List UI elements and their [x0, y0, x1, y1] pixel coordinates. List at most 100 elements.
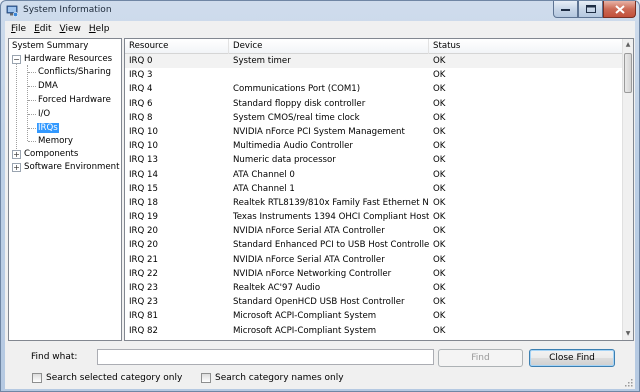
- table-row[interactable]: IRQ 23 Realtek AC'97 Audio OK: [125, 281, 623, 295]
- resource-cell: IRQ 13: [129, 155, 158, 166]
- details-table[interactable]: Resource Device Status IRQ 0 System timer…: [124, 38, 634, 341]
- table-row[interactable]: IRQ 19 Texas Instruments 1394 OHCI Compli…: [125, 210, 623, 224]
- device-cell: NVIDIA nForce Serial ATA Controller: [233, 226, 385, 237]
- table-row[interactable]: IRQ 20 NVIDIA nForce Serial ATA Controlle…: [125, 224, 623, 238]
- tree-item-memory[interactable]: Memory: [38, 135, 73, 148]
- find-what-input[interactable]: [97, 349, 434, 365]
- status-cell: OK: [433, 197, 446, 208]
- status-cell: OK: [433, 183, 446, 194]
- expand-toggle-icon[interactable]: +: [12, 163, 21, 172]
- close-find-button[interactable]: Close Find: [529, 349, 615, 367]
- search-category-names-checkbox[interactable]: Search category names only: [201, 372, 344, 384]
- table-body: IRQ 0 System timer OK IRQ 3 OK IRQ 4 Communica…: [125, 54, 623, 340]
- table-row[interactable]: IRQ 82 Microsoft ACPI-Compliant System OK: [125, 324, 623, 338]
- tree-guide-line: [27, 65, 28, 141]
- tree-item-forced-hardware[interactable]: Forced Hardware: [38, 94, 111, 107]
- status-cell: OK: [433, 254, 446, 265]
- resource-cell: IRQ 20: [129, 240, 158, 251]
- device-cell: Multimedia Audio Controller: [233, 141, 353, 152]
- table-row[interactable]: IRQ 22 NVIDIA nForce Networking Controlle…: [125, 267, 623, 281]
- status-cell: OK: [433, 283, 446, 293]
- table-row[interactable]: IRQ 15 ATA Channel 1 OK: [125, 182, 623, 196]
- tree-item-irqs[interactable]: IRQs: [37, 122, 59, 135]
- tree-item-software-environment[interactable]: Software Environment: [24, 161, 120, 174]
- scroll-down-icon[interactable]: ▼: [623, 328, 633, 340]
- table-row[interactable]: IRQ 21 NVIDIA nForce Serial ATA Controlle…: [125, 253, 623, 267]
- tree-guide-line: [28, 128, 36, 129]
- device-cell: Communications Port (COM1): [233, 84, 361, 95]
- search-selected-category-checkbox[interactable]: Search selected category only: [32, 372, 182, 384]
- tree-item-system-summary[interactable]: System Summary: [12, 40, 88, 53]
- menu-file[interactable]: File: [7, 24, 30, 34]
- device-cell: System timer: [233, 56, 291, 66]
- menu-view[interactable]: View: [56, 24, 85, 34]
- status-cell: OK: [433, 155, 446, 166]
- tree-guide-line: [16, 57, 17, 155]
- tree-label: Hardware Resources: [24, 54, 113, 64]
- device-cell: Microsoft ACPI-Compliant System: [233, 325, 377, 336]
- menu-edit[interactable]: Edit: [30, 24, 55, 34]
- table-row[interactable]: IRQ 13 Numeric data processor OK: [125, 153, 623, 167]
- menu-help[interactable]: Help: [85, 24, 114, 34]
- find-button[interactable]: Find: [438, 349, 523, 367]
- status-cell: OK: [429, 338, 489, 341]
- table-row[interactable]: IRQ 0 System timer OK: [125, 54, 623, 69]
- expand-toggle-icon[interactable]: +: [12, 150, 21, 159]
- menu-bar: File Edit View Help: [5, 21, 635, 37]
- device-cell: Realtek RTL8139/810x Family Fast Etherne…: [233, 197, 429, 208]
- close-window-button[interactable]: [603, 1, 636, 18]
- table-row[interactable]: IRQ 4 Communications Port (COM1) OK: [125, 82, 623, 96]
- resource-cell: IRQ 8: [129, 112, 153, 123]
- table-row[interactable]: IRQ 18 Realtek RTL8139/810x Family Fast E…: [125, 196, 623, 210]
- status-cell: OK: [433, 70, 446, 81]
- tree-item-dma[interactable]: DMA: [38, 80, 58, 93]
- resource-cell: IRQ 82: [129, 325, 158, 336]
- column-header-status[interactable]: Status: [429, 39, 623, 54]
- resource-cell: IRQ 4: [129, 84, 153, 95]
- resource-cell: IRQ 15: [129, 183, 158, 194]
- scroll-thumb[interactable]: [624, 53, 632, 93]
- device-cell: ATA Channel 1: [233, 183, 295, 194]
- scroll-up-icon[interactable]: ▲: [623, 39, 633, 51]
- device-cell: System CMOS/real time clock: [233, 112, 360, 123]
- title-bar[interactable]: System Information: [1, 1, 639, 21]
- tree-item-hardware-resources[interactable]: Hardware Resources: [24, 53, 112, 66]
- resource-cell: IRQ 3: [129, 70, 153, 81]
- tree-guide-line: [28, 114, 36, 115]
- column-header-resource[interactable]: Resource: [125, 39, 229, 54]
- table-row[interactable]: IRQ 8 System CMOS/real time clock OK: [125, 111, 623, 125]
- tree-item-components[interactable]: Components: [24, 148, 78, 161]
- vertical-scrollbar[interactable]: ▲ ▼: [622, 39, 633, 340]
- table-row[interactable]: IRQ 83Microsoft ACPI-Compliant SystemOK: [125, 338, 623, 341]
- table-row[interactable]: IRQ 6 Standard floppy disk controller OK: [125, 97, 623, 111]
- device-cell: Standard OpenHCD USB Host Controller: [233, 297, 405, 308]
- collapse-toggle-icon[interactable]: −: [12, 55, 21, 64]
- table-row[interactable]: IRQ 81 Microsoft ACPI-Compliant System OK: [125, 309, 623, 323]
- device-cell: Realtek AC'97 Audio: [233, 283, 321, 293]
- tree-guide-line: [28, 86, 36, 87]
- status-cell: OK: [433, 268, 446, 279]
- table-row[interactable]: IRQ 10 Multimedia Audio Controller OK: [125, 139, 623, 153]
- tree-label: DMA: [38, 81, 58, 91]
- column-header-device[interactable]: Device: [229, 39, 429, 54]
- table-row[interactable]: IRQ 23 Standard OpenHCD USB Host Controll…: [125, 295, 623, 309]
- table-row[interactable]: IRQ 10 NVIDIA nForce PCI System Managemen…: [125, 125, 623, 139]
- device-cell: Standard Enhanced PCI to USB Host Contro…: [233, 240, 429, 251]
- resource-cell: IRQ 20: [129, 226, 158, 237]
- minimize-button[interactable]: [553, 1, 578, 18]
- resource-cell: IRQ 21: [129, 254, 158, 265]
- table-row[interactable]: IRQ 3 OK: [125, 68, 623, 82]
- resource-cell: IRQ 6: [129, 98, 153, 109]
- tree-label: Conflicts/Sharing: [38, 67, 111, 77]
- resize-grip-icon[interactable]: [623, 377, 633, 387]
- tree-item-conflicts-sharing[interactable]: Conflicts/Sharing: [38, 66, 111, 79]
- maximize-icon: [585, 5, 596, 13]
- category-tree[interactable]: System Summary − Hardware Resources Conf…: [8, 38, 122, 341]
- table-row[interactable]: IRQ 14 ATA Channel 0 OK: [125, 168, 623, 182]
- device-cell: NVIDIA nForce Serial ATA Controller: [233, 254, 385, 265]
- tree-label: Forced Hardware: [38, 95, 111, 105]
- tree-item-io[interactable]: I/O: [38, 108, 50, 121]
- table-row[interactable]: IRQ 20 Standard Enhanced PCI to USB Host …: [125, 238, 623, 252]
- resource-cell: IRQ 10: [129, 141, 158, 152]
- maximize-button[interactable]: [578, 1, 603, 18]
